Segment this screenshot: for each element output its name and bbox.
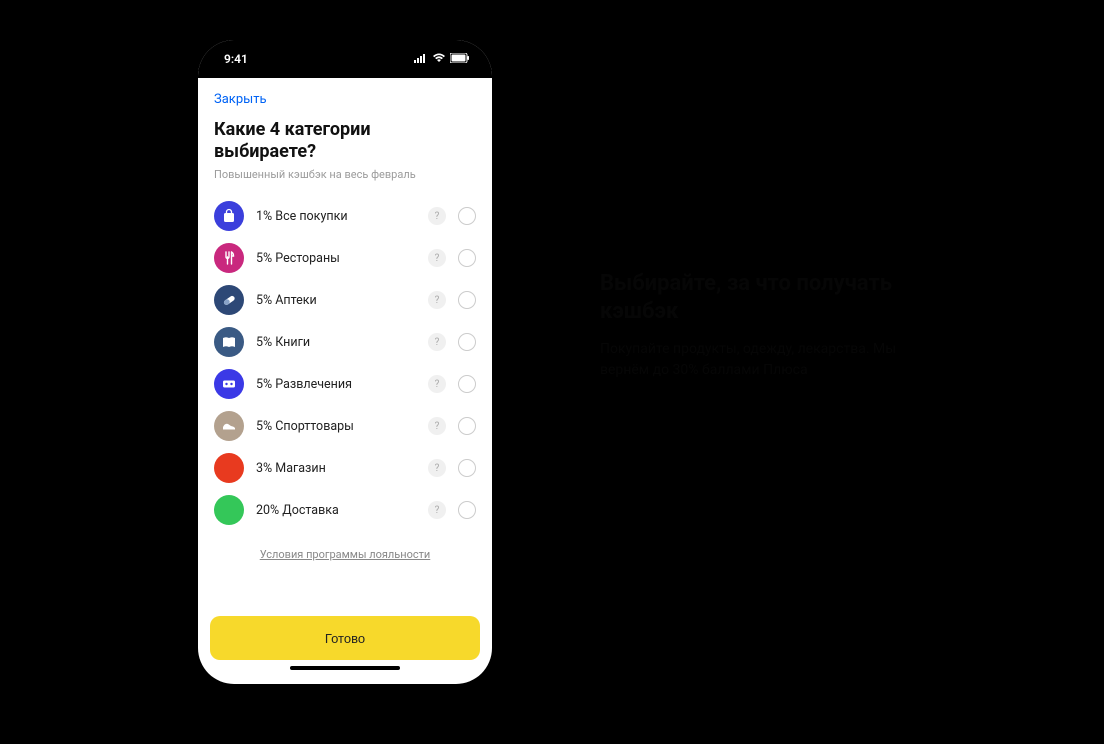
help-icon[interactable]: ? <box>428 249 446 267</box>
close-button[interactable]: Закрыть <box>214 92 267 107</box>
category-item[interactable]: 20% Доставка? <box>214 489 476 531</box>
shoe-icon <box>214 411 244 441</box>
category-label: 1% Все покупки <box>256 209 416 224</box>
category-item[interactable]: 5% Аптеки? <box>214 279 476 321</box>
wifi-icon <box>432 52 446 66</box>
category-list: 1% Все покупки?5% Рестораны?5% Аптеки?5%… <box>214 195 476 531</box>
page-subtitle: Повышенный кэшбэк на весь февраль <box>214 168 476 181</box>
pill-icon <box>214 285 244 315</box>
category-item[interactable]: 1% Все покупки? <box>214 195 476 237</box>
help-icon[interactable]: ? <box>428 333 446 351</box>
help-icon[interactable]: ? <box>428 417 446 435</box>
category-item[interactable]: 5% Книги? <box>214 321 476 363</box>
category-label: 5% Аптеки <box>256 293 416 308</box>
nav-bar: Закрыть <box>198 78 492 111</box>
status-time: 9:41 <box>224 52 248 66</box>
category-radio[interactable] <box>458 375 476 393</box>
page-title: Какие 4 категории выбираете? <box>214 119 476 162</box>
category-label: 5% Развлечения <box>256 377 416 392</box>
status-right <box>414 52 470 66</box>
help-icon[interactable]: ? <box>428 501 446 519</box>
footer: Готово <box>198 616 492 684</box>
bag-icon <box>214 201 244 231</box>
none-icon <box>214 453 244 483</box>
category-radio[interactable] <box>458 417 476 435</box>
promo-heading: Выбирайте, за что получать кэшбэк <box>600 270 900 325</box>
category-radio[interactable] <box>458 291 476 309</box>
category-label: 5% Спорттовары <box>256 419 416 434</box>
terms-link[interactable]: Условия программы лояльности <box>260 548 431 561</box>
category-label: 20% Доставка <box>256 503 416 518</box>
promo-body: Покупайте продукты, одежду, лекарства. М… <box>600 339 900 381</box>
category-item[interactable]: 5% Спорттовары? <box>214 405 476 447</box>
category-label: 3% Магазин <box>256 461 416 476</box>
category-label: 5% Книги <box>256 335 416 350</box>
help-icon[interactable]: ? <box>428 459 446 477</box>
help-icon[interactable]: ? <box>428 291 446 309</box>
category-radio[interactable] <box>458 333 476 351</box>
done-button[interactable]: Готово <box>210 616 480 660</box>
ticket-icon <box>214 369 244 399</box>
category-item[interactable]: 5% Развлечения? <box>214 363 476 405</box>
category-radio[interactable] <box>458 459 476 477</box>
category-label: 5% Рестораны <box>256 251 416 266</box>
help-icon[interactable]: ? <box>428 375 446 393</box>
home-indicator <box>290 666 400 670</box>
phone-screen: 9:41 Закрыть Какие 4 категории выбираете… <box>198 40 492 684</box>
none-icon <box>214 495 244 525</box>
category-radio[interactable] <box>458 207 476 225</box>
terms-row: Условия программы лояльности <box>214 543 476 562</box>
category-item[interactable]: 5% Рестораны? <box>214 237 476 279</box>
phone-notch <box>275 40 415 68</box>
book-icon <box>214 327 244 357</box>
category-radio[interactable] <box>458 249 476 267</box>
help-icon[interactable]: ? <box>428 207 446 225</box>
promo-block: Выбирайте, за что получать кэшбэк Покупа… <box>600 270 900 381</box>
category-item[interactable]: 3% Магазин? <box>214 447 476 489</box>
signal-icon <box>414 52 428 66</box>
fork-icon <box>214 243 244 273</box>
battery-icon <box>450 52 470 66</box>
category-radio[interactable] <box>458 501 476 519</box>
phone-frame: 9:41 Закрыть Какие 4 категории выбираете… <box>190 32 500 692</box>
main-content: Какие 4 категории выбираете? Повышенный … <box>198 111 492 616</box>
